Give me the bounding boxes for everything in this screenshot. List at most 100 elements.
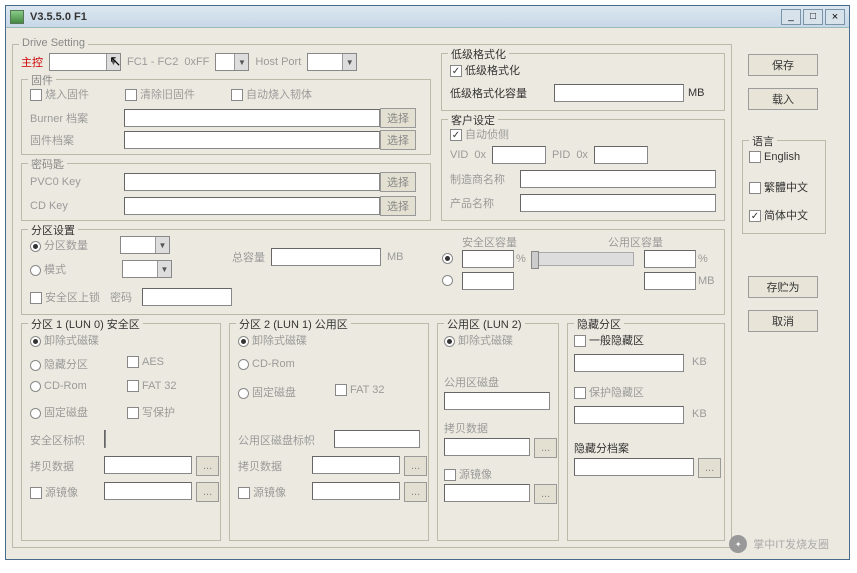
hidden-protect-check[interactable]: 保护隐藏区: [574, 387, 644, 399]
auto-burn-check[interactable]: 自动烧入韧体: [231, 86, 312, 102]
p3-copy-browse-button[interactable]: ...: [534, 438, 557, 458]
p3-iso-browse-button[interactable]: ...: [534, 484, 557, 504]
p2-iso-input[interactable]: [312, 482, 400, 500]
mode-radio[interactable]: 模式: [30, 261, 66, 277]
seccap-mb-input[interactable]: [462, 272, 514, 290]
p1-wp-check[interactable]: 写保护: [127, 407, 175, 419]
hidden-general-input[interactable]: [574, 354, 684, 372]
lowfmt-legend: 低级格式化: [448, 46, 509, 62]
maximize-button[interactable]: □: [803, 9, 823, 25]
p3-removable-radio[interactable]: 卸除式磁碟: [444, 335, 513, 347]
cd-select-button[interactable]: 选择: [380, 196, 416, 216]
autodetect-check[interactable]: ✓自动侦侧: [450, 129, 509, 141]
burn-in-check[interactable]: 烧入固件: [30, 86, 89, 102]
hidden-file-input[interactable]: [574, 458, 694, 476]
master-select[interactable]: ▼: [49, 53, 121, 71]
burner-file-label: Burner 档案: [30, 110, 124, 126]
p2-removable-radio[interactable]: 卸除式磁碟: [238, 335, 307, 347]
hidden-group: 隐藏分区 一般隐藏区 KB 保护隐藏区 KB 隐藏分档案 ...: [567, 323, 725, 541]
firmware-file-input[interactable]: [124, 131, 380, 149]
hidden-file-browse-button[interactable]: ...: [698, 458, 721, 478]
pubcap-pct-input[interactable]: [644, 250, 696, 268]
p2-cdrom-radio[interactable]: CD-Rom: [238, 358, 295, 370]
pvc0-select-button[interactable]: 选择: [380, 172, 416, 192]
p3-disk-input[interactable]: [444, 392, 550, 410]
p1-hidden-radio[interactable]: 隐藏分区: [30, 359, 88, 371]
master-label: 主控: [21, 54, 43, 70]
vendor-input[interactable]: [520, 170, 716, 188]
p1-fat32-check[interactable]: FAT 32: [127, 380, 176, 392]
p2-fixed-radio[interactable]: 固定磁盘: [238, 387, 296, 399]
p2-copy-input[interactable]: [312, 456, 400, 474]
pid-label: PID: [552, 149, 570, 161]
lowfmt-group: 低级格式化 ✓低级格式化 低级格式化容量 MB: [441, 53, 725, 111]
pvc0-input[interactable]: [124, 173, 380, 191]
locksec-check[interactable]: 安全区上锁: [30, 289, 100, 305]
hostport-select[interactable]: ▼: [307, 53, 357, 71]
p3-iso-input[interactable]: [444, 484, 530, 502]
lang-legend: 语言: [749, 133, 777, 149]
p1-fixed-radio[interactable]: 固定磁盘: [30, 407, 88, 419]
cancel-button[interactable]: 取消: [748, 310, 818, 332]
pct-radio[interactable]: [442, 253, 453, 264]
p1-iso-browse-button[interactable]: ...: [196, 482, 219, 502]
p3-legend: 公用区 (LUN 2): [444, 316, 525, 332]
minimize-button[interactable]: _: [781, 9, 801, 25]
p3-iso-check[interactable]: 源镜像: [444, 469, 492, 481]
pubcap-mb-input[interactable]: [644, 272, 696, 290]
p1-copy-browse-button[interactable]: ...: [196, 456, 219, 476]
pvc0-label: PVC0 Key: [30, 176, 124, 188]
p2-fat32-check[interactable]: FAT 32: [335, 384, 384, 396]
partcount-radio[interactable]: 分区数量: [30, 237, 88, 253]
partcount-select[interactable]: ▼: [120, 236, 170, 254]
p1-group: 分区 1 (LUN 0) 安全区 卸除式磁碟 隐藏分区 AES CD-Rom F…: [21, 323, 221, 541]
save-as-button[interactable]: 存贮为: [748, 276, 818, 298]
watermark: ✦ 掌中IT发烧友圈: [729, 535, 829, 553]
burner-file-select-button[interactable]: 选择: [380, 108, 416, 128]
partition-group: 分区设置 分区数量 ▼ 模式 ▼ 安全区上锁 密码 总容量 MB: [21, 229, 725, 315]
lang-group: 语言 English 繁體中文 ✓简体中文: [742, 140, 826, 234]
p1-removable-radio[interactable]: 卸除式磁碟: [30, 335, 99, 347]
total-input[interactable]: [271, 248, 381, 266]
capacity-slider[interactable]: [534, 252, 634, 266]
mb-radio[interactable]: [442, 275, 453, 286]
cd-input[interactable]: [124, 197, 380, 215]
lang-en-check[interactable]: English: [749, 151, 800, 163]
mode-select[interactable]: ▼: [122, 260, 172, 278]
lowfmt-cap-input[interactable]: [554, 84, 684, 102]
secret-group: 密码匙 PVC0 Key 选择 CD Key 选择: [21, 163, 431, 221]
vid-input[interactable]: [492, 146, 546, 164]
p2-iso-browse-button[interactable]: ...: [404, 482, 427, 502]
p1-copy-input[interactable]: [104, 456, 192, 474]
p1-iso-check[interactable]: 源镜像: [30, 487, 78, 499]
hidden-protect-input[interactable]: [574, 406, 684, 424]
lang-sc-check[interactable]: ✓简体中文: [749, 210, 808, 222]
p1-iso-input[interactable]: [104, 482, 192, 500]
lowfmt-check[interactable]: ✓低级格式化: [450, 65, 520, 77]
firmware-file-select-button[interactable]: 选择: [380, 130, 416, 150]
pwd-input[interactable]: [142, 288, 232, 306]
seccap-pct-input[interactable]: [462, 250, 514, 268]
p2-iso-check[interactable]: 源镜像: [238, 487, 286, 499]
p2-copy-browse-button[interactable]: ...: [404, 456, 427, 476]
oxff-select[interactable]: ▼: [215, 53, 249, 71]
load-button[interactable]: 载入: [748, 88, 818, 110]
p1-seclabel-input[interactable]: [104, 430, 106, 448]
hidden-general-check[interactable]: 一般隐藏区: [574, 335, 644, 347]
clear-old-check[interactable]: 清除旧固件: [125, 86, 195, 102]
close-button[interactable]: ×: [825, 9, 845, 25]
pubcap-label: 公用区容量: [608, 234, 663, 250]
p2-publabel-input[interactable]: [334, 430, 420, 448]
p1-cdrom-radio[interactable]: CD-Rom: [30, 380, 87, 392]
burner-file-input[interactable]: [124, 109, 380, 127]
wechat-icon: ✦: [729, 535, 747, 553]
product-input[interactable]: [520, 194, 716, 212]
p1-aes-check[interactable]: AES: [127, 356, 164, 368]
lowfmt-cap-label: 低级格式化容量: [450, 85, 550, 101]
p3-copy-label: 拷贝数据: [444, 420, 488, 436]
pid-input[interactable]: [594, 146, 648, 164]
save-button[interactable]: 保存: [748, 54, 818, 76]
pwd-label: 密码: [110, 289, 132, 305]
p3-copy-input[interactable]: [444, 438, 530, 456]
lang-tc-check[interactable]: 繁體中文: [749, 182, 808, 194]
